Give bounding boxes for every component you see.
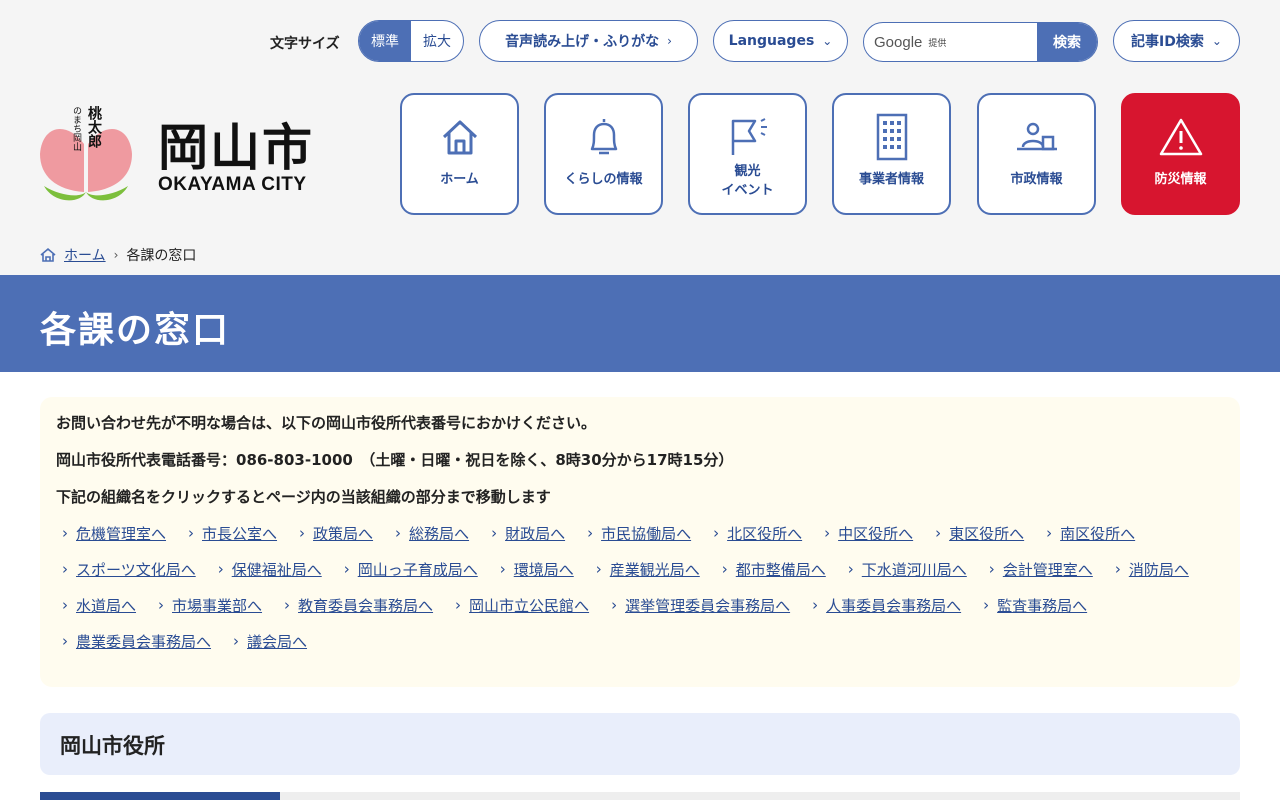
chevron-right-icon: › xyxy=(113,248,119,262)
chevron-right-icon: › xyxy=(667,34,672,48)
department-link[interactable]: 人事委員会事務局へ xyxy=(812,595,961,632)
main-content: お問い合わせ先が不明な場合は、以下の岡山市役所代表番号におかけください。 岡山市… xyxy=(0,372,1280,800)
nav-home-label: ホーム xyxy=(440,172,479,187)
article-id-search-label: 記事ID検索 xyxy=(1131,34,1204,50)
site-logo[interactable]: のまち岡山 桃太郎 岡山市 OKAYAMA CITY xyxy=(40,100,340,210)
department-link[interactable]: 選挙管理委員会事務局へ xyxy=(611,595,790,632)
department-link[interactable]: 会計管理室へ xyxy=(989,559,1093,596)
department-link[interactable]: スポーツ文化局へ xyxy=(62,559,196,596)
chevron-down-icon: ⌄ xyxy=(822,34,833,48)
nav-business-info[interactable]: 事業者情報 xyxy=(832,93,951,215)
site-search: Google 提供 検索 xyxy=(863,22,1098,62)
department-link[interactable]: 水道局へ xyxy=(62,595,136,632)
search-provided-label: 提供 xyxy=(928,38,947,49)
logo-tagline: 桃太郎 xyxy=(86,106,102,148)
department-link[interactable]: 岡山市立公民館へ xyxy=(455,595,589,632)
department-link[interactable]: 北区役所へ xyxy=(713,523,802,560)
department-link[interactable]: 市長公室へ xyxy=(188,523,277,560)
logo-tagline-sub: のまち岡山 xyxy=(71,106,81,151)
department-link[interactable]: 環境局へ xyxy=(500,559,574,596)
breadcrumb: ホーム › 各課の窓口 xyxy=(40,245,196,265)
contact-notice: お問い合わせ先が不明な場合は、以下の岡山市役所代表番号におかけください。 岡山市… xyxy=(40,397,1240,687)
section-title: 岡山市役所 xyxy=(60,734,165,758)
google-brand: Google xyxy=(874,33,923,51)
nav-city-admin-label: 市政情報 xyxy=(1010,172,1063,187)
department-link-list: 危機管理室へ市長公室へ政策局へ総務局へ財政局へ市民協働局へ北区役所へ中区役所へ東… xyxy=(56,523,1224,668)
department-link[interactable]: 監査事務局へ xyxy=(983,595,1087,632)
department-link[interactable]: 政策局へ xyxy=(299,523,373,560)
department-link[interactable]: 市場事業部へ xyxy=(158,595,262,632)
page-title-bar: 各課の窓口 xyxy=(0,275,1280,372)
department-link[interactable]: 市民協働局へ xyxy=(587,523,691,560)
search-button[interactable]: 検索 xyxy=(1037,23,1097,61)
notice-instruction: 下記の組織名をクリックするとページ内の当該組織の部分まで移動します xyxy=(56,488,551,506)
languages-dropdown[interactable]: Languages ⌄ xyxy=(713,20,848,62)
home-icon xyxy=(40,247,56,262)
article-id-search-button[interactable]: 記事ID検索 ⌄ xyxy=(1113,20,1240,62)
home-icon xyxy=(442,120,477,155)
font-size-toggle: 標準 拡大 xyxy=(358,20,464,62)
nav-living-info-label: くらしの情報 xyxy=(564,172,643,187)
department-link[interactable]: 岡山っ子育成局へ xyxy=(344,559,478,596)
department-link[interactable]: 産業観光局へ xyxy=(596,559,700,596)
nav-living-info[interactable]: くらしの情報 xyxy=(544,93,663,215)
flag-icon xyxy=(731,118,767,155)
department-link[interactable]: 財政局へ xyxy=(491,523,565,560)
nav-disaster-info[interactable]: 防災情報 xyxy=(1121,93,1240,215)
active-tab-indicator[interactable] xyxy=(40,792,280,800)
read-aloud-label: 音声読み上げ・ふりがな xyxy=(505,34,660,50)
department-link[interactable]: 消防局へ xyxy=(1115,559,1189,596)
site-header: 文字サイズ 標準 拡大 音声読み上げ・ふりがな › Languages ⌄ Go… xyxy=(0,0,1280,275)
bell-icon xyxy=(590,119,617,155)
notice-phone: 岡山市役所代表電話番号：086-803-1000 （土曜・日曜・祝日を除く、8時… xyxy=(56,451,734,469)
nav-disaster-info-label: 防災情報 xyxy=(1154,172,1207,187)
building-icon xyxy=(876,113,907,161)
department-link[interactable]: 中区役所へ xyxy=(824,523,913,560)
department-link[interactable]: 南区役所へ xyxy=(1046,523,1135,560)
page-title: 各課の窓口 xyxy=(40,310,231,351)
tab-strip xyxy=(40,792,1240,800)
section-heading: 岡山市役所 xyxy=(40,713,1240,775)
notice-text: お問い合わせ先が不明な場合は、以下の岡山市役所代表番号におかけください。 xyxy=(56,414,597,432)
font-size-label: 文字サイズ xyxy=(270,36,340,52)
nav-tourism-events-label: 観光 イベント xyxy=(721,164,774,198)
department-link[interactable]: 教育委員会事務局へ xyxy=(284,595,433,632)
read-aloud-button[interactable]: 音声読み上げ・ふりがな › xyxy=(479,20,698,62)
languages-label: Languages xyxy=(728,33,815,49)
department-link[interactable]: 保健福祉局へ xyxy=(218,559,322,596)
logo-name-en: OKAYAMA CITY xyxy=(158,174,307,195)
nav-city-admin[interactable]: 市政情報 xyxy=(977,93,1096,215)
nav-tourism-events[interactable]: 観光 イベント xyxy=(688,93,807,215)
department-link[interactable]: 総務局へ xyxy=(395,523,469,560)
search-input[interactable]: Google 提供 xyxy=(864,23,1037,61)
font-size-standard-button[interactable]: 標準 xyxy=(359,21,411,61)
department-link[interactable]: 危機管理室へ xyxy=(62,523,166,560)
speaker-podium-icon xyxy=(1016,122,1057,151)
chevron-down-icon: ⌄ xyxy=(1211,34,1222,48)
breadcrumb-current: 各課の窓口 xyxy=(126,248,197,264)
nav-home[interactable]: ホーム xyxy=(400,93,519,215)
breadcrumb-home-link[interactable]: ホーム xyxy=(64,245,106,265)
logo-name-jp: 岡山市 xyxy=(158,118,314,177)
department-link[interactable]: 都市整備局へ xyxy=(722,559,826,596)
department-link[interactable]: 農業委員会事務局へ xyxy=(62,631,211,668)
warning-icon xyxy=(1159,118,1202,156)
department-link[interactable]: 東区役所へ xyxy=(935,523,1024,560)
nav-business-info-label: 事業者情報 xyxy=(858,172,924,187)
font-size-large-button[interactable]: 拡大 xyxy=(411,21,463,61)
department-link[interactable]: 下水道河川局へ xyxy=(848,559,967,596)
department-link[interactable]: 議会局へ xyxy=(233,631,307,668)
